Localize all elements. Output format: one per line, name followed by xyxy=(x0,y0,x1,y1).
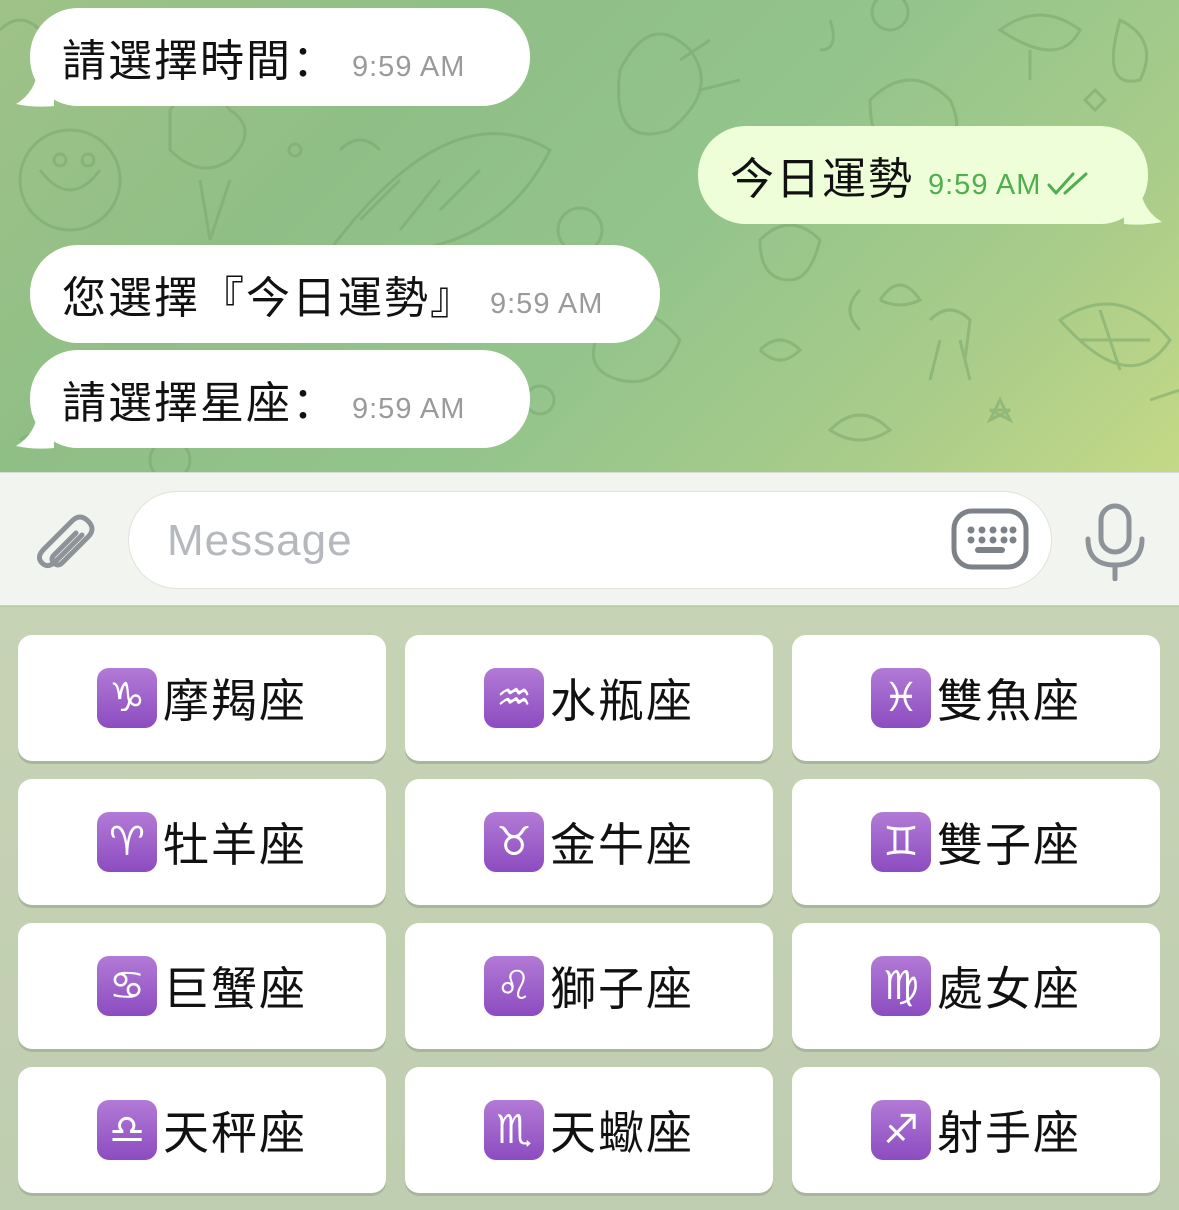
read-ticks-icon xyxy=(1047,172,1088,195)
leo-icon: ♌ xyxy=(484,956,544,1016)
message-text: 請選擇時間： xyxy=(62,36,338,87)
zodiac-button-sagittarius[interactable]: ♐ 射手座 xyxy=(792,1067,1160,1193)
button-label: 天蠍座 xyxy=(550,1106,694,1160)
message-text: 您選擇『今日運勢』 xyxy=(62,273,476,324)
zodiac-button-aries[interactable]: ♈ 牡羊座 xyxy=(18,779,386,905)
attachment-paperclip-icon[interactable] xyxy=(30,503,102,575)
button-label: 金牛座 xyxy=(550,818,694,872)
aries-icon: ♈ xyxy=(97,812,157,872)
zodiac-button-scorpio[interactable]: ♏ 天蠍座 xyxy=(405,1067,773,1193)
button-label: 雙子座 xyxy=(937,818,1081,872)
zodiac-button-leo[interactable]: ♌ 獅子座 xyxy=(405,923,773,1049)
message-time: 9:59 AM xyxy=(352,50,466,83)
chat-area: 請選擇時間： 9:59 AM 今日運勢 9:59 AM 您選擇『今日運勢』 9:… xyxy=(0,0,1179,472)
message-time: 9:59 AM xyxy=(928,168,1042,201)
button-label: 水瓶座 xyxy=(550,674,694,728)
button-label: 雙魚座 xyxy=(937,674,1081,728)
zodiac-button-cancer[interactable]: ♋ 巨蟹座 xyxy=(18,923,386,1049)
libra-icon: ♎ xyxy=(97,1100,157,1160)
reply-keyboard: ♑ 摩羯座 ♒ 水瓶座 ♓ 雙魚座 ♈ 牡羊座 ♉ 金牛座 ♊ 雙子座 ♋ 巨蟹… xyxy=(0,607,1179,1210)
zodiac-button-aquarius[interactable]: ♒ 水瓶座 xyxy=(405,635,773,761)
capricorn-icon: ♑ xyxy=(97,668,157,728)
button-label: 巨蟹座 xyxy=(163,962,307,1016)
message-bubble-incoming[interactable]: 請選擇星座： 9:59 AM xyxy=(30,350,530,448)
gemini-icon: ♊ xyxy=(871,812,931,872)
virgo-icon: ♍ xyxy=(871,956,931,1016)
zodiac-button-capricorn[interactable]: ♑ 摩羯座 xyxy=(18,635,386,761)
message-bubble-incoming[interactable]: 請選擇時間： 9:59 AM xyxy=(30,8,530,106)
taurus-icon: ♉ xyxy=(484,812,544,872)
button-label: 摩羯座 xyxy=(163,674,307,728)
button-label: 天秤座 xyxy=(163,1106,307,1160)
pisces-icon: ♓ xyxy=(871,668,931,728)
message-bubble-outgoing[interactable]: 今日運勢 9:59 AM xyxy=(698,126,1148,224)
zodiac-button-taurus[interactable]: ♉ 金牛座 xyxy=(405,779,773,905)
cancer-icon: ♋ xyxy=(97,956,157,1016)
message-input-bar: Message xyxy=(0,472,1179,606)
message-time: 9:59 AM xyxy=(352,392,466,425)
zodiac-button-pisces[interactable]: ♓ 雙魚座 xyxy=(792,635,1160,761)
message-text: 今日運勢 xyxy=(730,154,914,205)
zodiac-button-virgo[interactable]: ♍ 處女座 xyxy=(792,923,1160,1049)
button-label: 獅子座 xyxy=(550,962,694,1016)
button-label: 處女座 xyxy=(937,962,1081,1016)
message-input[interactable]: Message xyxy=(128,491,1052,589)
sagittarius-icon: ♐ xyxy=(871,1100,931,1160)
zodiac-button-gemini[interactable]: ♊ 雙子座 xyxy=(792,779,1160,905)
message-text: 請選擇星座： xyxy=(62,378,338,429)
message-input-placeholder: Message xyxy=(167,516,353,565)
zodiac-button-libra[interactable]: ♎ 天秤座 xyxy=(18,1067,386,1193)
microphone-icon[interactable] xyxy=(1082,503,1148,581)
message-time: 9:59 AM xyxy=(490,287,604,320)
bot-keyboard-icon[interactable] xyxy=(951,508,1029,570)
button-label: 射手座 xyxy=(937,1106,1081,1160)
aquarius-icon: ♒ xyxy=(484,668,544,728)
scorpio-icon: ♏ xyxy=(484,1100,544,1160)
button-label: 牡羊座 xyxy=(163,818,307,872)
message-bubble-incoming[interactable]: 您選擇『今日運勢』 9:59 AM xyxy=(30,245,660,343)
